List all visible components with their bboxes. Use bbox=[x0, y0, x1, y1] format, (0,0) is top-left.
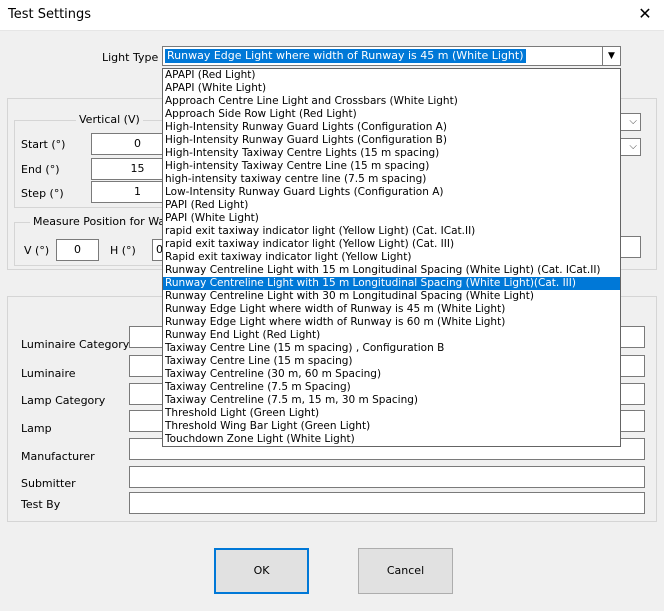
submitter-label: Submitter bbox=[21, 477, 76, 490]
luminaire-label: Luminaire bbox=[21, 367, 76, 380]
dropdown-option[interactable]: Runway Centreline Light with 15 m Longit… bbox=[163, 277, 620, 290]
start-label: Start (°) bbox=[21, 138, 66, 151]
dropdown-option[interactable]: Runway Edge Light where width of Runway … bbox=[163, 303, 620, 316]
manufacturer-label: Manufacturer bbox=[21, 450, 95, 463]
dropdown-option[interactable]: PAPI (Red Light) bbox=[163, 199, 620, 212]
step-label: Step (°) bbox=[21, 187, 64, 200]
dropdown-option[interactable]: Threshold Wing Bar Light (Green Light) bbox=[163, 420, 620, 433]
submitter-input[interactable] bbox=[129, 466, 645, 488]
dropdown-option[interactable]: APAPI (White Light) bbox=[163, 82, 620, 95]
chevron-down-icon: ⌵ bbox=[629, 141, 637, 152]
ok-button[interactable]: OK bbox=[214, 548, 309, 594]
dropdown-option[interactable]: PAPI (White Light) bbox=[163, 212, 620, 225]
dropdown-option[interactable]: Runway Edge Light where width of Runway … bbox=[163, 316, 620, 329]
vertical-group-title: Vertical (V) bbox=[76, 113, 143, 126]
end-label: End (°) bbox=[21, 163, 60, 176]
dropdown-option[interactable]: rapid exit taxiway indicator light (Yell… bbox=[163, 238, 620, 251]
dropdown-option[interactable]: High-intensity Taxiway Centre Line (15 m… bbox=[163, 160, 620, 173]
dropdown-option[interactable]: Rapid exit taxiway indicator light (Yell… bbox=[163, 251, 620, 264]
close-icon[interactable]: ✕ bbox=[632, 2, 658, 26]
dropdown-option[interactable]: Threshold Light (Green Light) bbox=[163, 407, 620, 420]
dropdown-option[interactable]: Touchdown Zone Light (White Light) bbox=[163, 433, 620, 446]
cancel-button[interactable]: Cancel bbox=[358, 548, 453, 594]
dropdown-option[interactable]: Taxiway Centreline (30 m, 60 m Spacing) bbox=[163, 368, 620, 381]
test-by-label: Test By bbox=[21, 498, 61, 511]
light-type-dropdown-list[interactable]: APAPI (Red Light) APAPI (White Light) Appr… bbox=[162, 68, 621, 447]
dropdown-option[interactable]: Runway Centreline Light with 30 m Longit… bbox=[163, 290, 620, 303]
dropdown-option[interactable]: Taxiway Centre Line (15 m spacing) bbox=[163, 355, 620, 368]
dropdown-option[interactable]: Approach Side Row Light (Red Light) bbox=[163, 108, 620, 121]
lamp-category-label: Lamp Category bbox=[21, 394, 106, 407]
lamp-label: Lamp bbox=[21, 422, 52, 435]
dropdown-option[interactable]: Taxiway Centre Line (15 m spacing) , Con… bbox=[163, 342, 620, 355]
light-type-combo[interactable]: Runway Edge Light where width of Runway … bbox=[162, 46, 621, 66]
luminaire-category-label: Luminaire Category bbox=[21, 338, 130, 351]
chevron-down-icon: ⌵ bbox=[629, 116, 637, 127]
window-title: Test Settings bbox=[8, 7, 92, 22]
title-bar: Test Settings ✕ bbox=[0, 0, 664, 31]
dropdown-option[interactable]: rapid exit taxiway indicator light (Yell… bbox=[163, 225, 620, 238]
dropdown-option[interactable]: Low-Intensity Runway Guard Lights (Confi… bbox=[163, 186, 620, 199]
light-type-label: Light Type bbox=[102, 51, 159, 64]
dropdown-option[interactable]: Taxiway Centreline (7.5 m, 15 m, 30 m Sp… bbox=[163, 394, 620, 407]
dropdown-option[interactable]: Approach Centre Line Light and Crossbars… bbox=[163, 95, 620, 108]
dropdown-option[interactable]: high-intensity taxiway centre line (7.5 … bbox=[163, 173, 620, 186]
dropdown-option[interactable]: APAPI (Red Light) bbox=[163, 69, 620, 82]
measure-position-title: Measure Position for Warm bbox=[30, 215, 184, 228]
dropdown-option[interactable]: Runway Centreline Light with 15 m Longit… bbox=[163, 264, 620, 277]
dropdown-option[interactable]: High-Intensity Taxiway Centre Lights (15… bbox=[163, 147, 620, 160]
dropdown-option[interactable]: High-Intensity Runway Guard Lights (Conf… bbox=[163, 121, 620, 134]
dropdown-option[interactable]: High-Intensity Runway Guard Lights (Conf… bbox=[163, 134, 620, 147]
v-angle-label: V (°) bbox=[24, 244, 50, 257]
dropdown-option[interactable]: Runway End Light (Red Light) bbox=[163, 329, 620, 342]
v-angle-input[interactable]: 0 bbox=[56, 239, 99, 261]
light-type-selected-value: Runway Edge Light where width of Runway … bbox=[165, 49, 526, 63]
test-by-input[interactable] bbox=[129, 492, 645, 514]
h-angle-label: H (°) bbox=[110, 244, 136, 257]
right-input-partial[interactable] bbox=[620, 236, 641, 258]
chevron-down-icon[interactable]: ▼ bbox=[602, 47, 620, 65]
dropdown-option[interactable]: Taxiway Centreline (7.5 m Spacing) bbox=[163, 381, 620, 394]
